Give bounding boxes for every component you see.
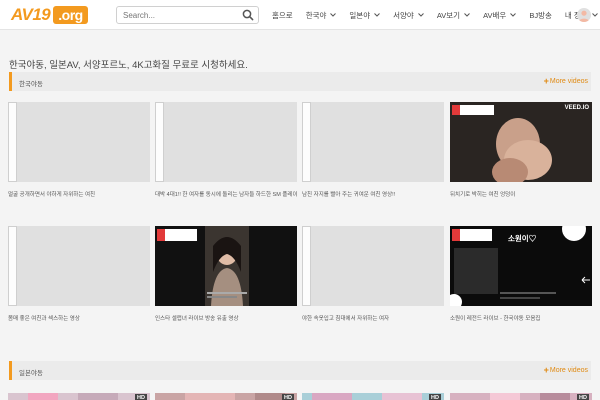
video-thumbnail[interactable] [302, 102, 444, 182]
nav-label: AV배우 [483, 10, 507, 20]
hd-badge: HD [429, 394, 441, 400]
section-title: 일본야동 [19, 370, 43, 377]
video-thumbnail[interactable]: HD [8, 390, 150, 400]
search-box [116, 6, 259, 24]
more-videos-link[interactable]: + More videos [543, 365, 588, 375]
nav-item-korean[interactable]: 한국야 [306, 10, 337, 21]
chevron-down-icon [464, 13, 470, 17]
video-thumbnail[interactable]: 소원이♡ [450, 226, 592, 306]
nav-item-av[interactable]: AV보기 [437, 10, 470, 21]
plus-icon: + [543, 76, 549, 86]
thumbnail-image [450, 102, 592, 182]
thumbnail-image [8, 393, 150, 400]
hd-badge: HD [577, 394, 589, 400]
video-thumbnail[interactable]: HD [155, 390, 297, 400]
video-thumbnail[interactable] [155, 226, 297, 306]
nav-label: 홈으로 [272, 10, 293, 20]
thumbnail-image [302, 393, 444, 400]
video-thumbnail[interactable] [302, 226, 444, 306]
thumbnail-caption: 소원이♡ [508, 234, 537, 243]
video-card[interactable]: 야한 속옷입고 침대에서 자위하는 여자 [302, 226, 444, 322]
nav-item-bj[interactable]: BJ방송 [529, 10, 552, 21]
video-thumbnail[interactable]: HD [450, 390, 592, 400]
thumbnail-image [155, 226, 297, 306]
nav-label: BJ방송 [529, 10, 552, 20]
chevron-down-icon [417, 13, 424, 17]
site-logo[interactable]: AV19 .org [11, 6, 88, 24]
nav-item-japanese[interactable]: 일본야 [349, 10, 380, 21]
video-thumbnail[interactable]: VEED.IO [450, 102, 592, 182]
more-videos-label: More videos [549, 77, 588, 85]
video-title[interactable]: 대박 4대1!! 한 여자를 동시에 돌리는 남자들 하드한 SM 플레이 영상 [155, 190, 297, 198]
video-thumbnail[interactable] [8, 102, 150, 182]
nav-label: 한국야 [305, 10, 327, 20]
video-thumbnail[interactable] [8, 226, 150, 306]
section-header-korean: 한국야동 + More videos [9, 72, 591, 91]
user-icon [578, 10, 590, 22]
chevron-down-icon [510, 13, 517, 17]
nav-label: 서양야 [393, 10, 414, 20]
more-videos-label: More videos [549, 366, 588, 374]
more-videos-link[interactable]: + More videos [543, 76, 588, 86]
video-card[interactable]: 소원이♡ 소원이 레전드 라이브 - 한국야동 모음집 [450, 226, 592, 322]
nav-label: AV보기 [436, 10, 461, 20]
plus-icon: + [543, 365, 549, 375]
section-title: 한국야동 [19, 81, 43, 88]
thumbnail-image [450, 393, 592, 400]
broken-image-icon [8, 226, 17, 306]
video-title[interactable]: 인스타 셀럽녀 라이브 방송 유출 영상 [155, 314, 297, 322]
watermark-text: VEED.IO [564, 105, 589, 111]
nav-item-western[interactable]: 서양야 [393, 10, 424, 21]
site-header: AV19 .org 홈으로 한국야 일본야 서양야 AV보기 AV배우 BJ방송… [0, 0, 600, 30]
chevron-down-icon [330, 13, 337, 17]
user-avatar[interactable] [577, 8, 591, 22]
broken-image-icon [155, 102, 164, 182]
search-input[interactable] [117, 7, 235, 23]
chevron-down-icon [591, 13, 598, 17]
logo-main-text: AV19 [11, 5, 51, 24]
video-title[interactable]: 소원이 레전드 라이브 - 한국야동 모음집 [450, 314, 592, 322]
site-tagline: 한국야동, 일본AV, 서양포르노, 4K고화질 무료로 시청하세요. [9, 60, 248, 71]
video-card[interactable]: 남친 자지를 빨아 주는 귀여운 여친 영상!! [302, 102, 444, 198]
thumbnail-image [155, 393, 297, 400]
chevron-down-icon [374, 13, 380, 17]
video-title[interactable]: 뒤치기로 박히는 여친 엉덩이 [450, 190, 592, 198]
video-card[interactable]: VEED.IO 뒤치기로 박히는 여친 엉덩이 [450, 102, 592, 198]
broken-image-icon [302, 226, 311, 306]
video-title[interactable]: 남친 자지를 빨아 주는 귀여운 여친 영상!! [302, 190, 444, 198]
nav-label: 일본야 [349, 10, 371, 20]
video-title[interactable]: 몸매 좋은 여친과 섹스하는 영상 [8, 314, 150, 322]
hd-badge: HD [135, 394, 147, 400]
hd-badge: HD [282, 394, 294, 400]
video-title[interactable]: 얼굴 공개하면서 야하게 자위하는 여친 [8, 190, 150, 198]
broken-image-icon [302, 102, 311, 182]
video-thumbnail[interactable] [155, 102, 297, 182]
video-card[interactable]: 몸매 좋은 여친과 섹스하는 영상 [8, 226, 150, 322]
search-icon[interactable] [241, 8, 255, 22]
video-title[interactable]: 야한 속옷입고 침대에서 자위하는 여자 [302, 314, 444, 322]
broken-image-icon [8, 102, 17, 182]
video-card[interactable]: 대박 4대1!! 한 여자를 동시에 돌리는 남자들 하드한 SM 플레이 영상 [155, 102, 297, 198]
video-thumbnail[interactable]: HD [302, 390, 444, 400]
nav-item-home[interactable]: 홈으로 [272, 10, 293, 21]
logo-tld-badge: .org [53, 6, 88, 24]
video-card[interactable]: 얼굴 공개하면서 야하게 자위하는 여친 [8, 102, 150, 198]
video-card[interactable]: 인스타 셀럽녀 라이브 방송 유출 영상 [155, 226, 297, 322]
main-nav: 홈으로 한국야 일본야 서양야 AV보기 AV배우 BJ방송 내 정보 [272, 0, 600, 30]
nav-item-actress[interactable]: AV배우 [483, 10, 517, 21]
section-header-japanese: 일본야동 + More videos [9, 361, 591, 380]
